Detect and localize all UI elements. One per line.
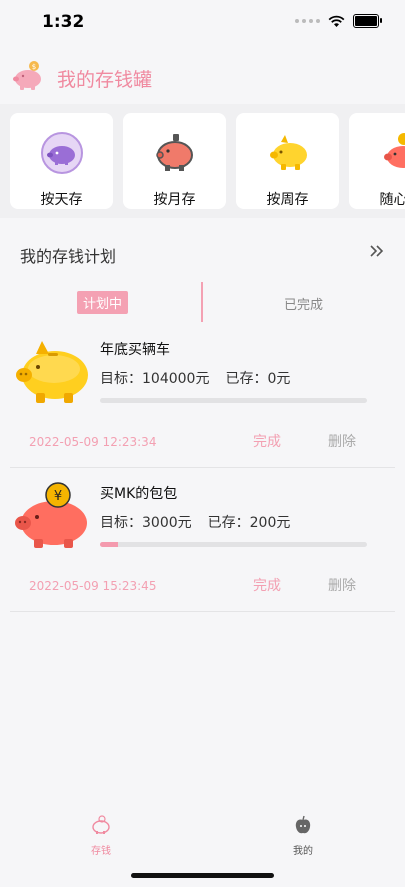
complete-button[interactable]: 完成 <box>253 575 281 595</box>
target-label: 目标： <box>100 515 142 531</box>
saved-value: 200元 <box>249 515 291 531</box>
saved-label: 已存： <box>207 515 250 531</box>
plan-name: 年底买辆车 <box>100 342 170 358</box>
tab-divider <box>201 282 203 322</box>
plan-tabs: 计划中 已完成 <box>0 282 405 322</box>
plans-section-header: 我的存钱计划 <box>0 218 405 286</box>
progress-bar <box>100 542 118 547</box>
plans-title: 我的存钱计划 <box>20 247 117 266</box>
status-time: 1:32 <box>42 12 85 32</box>
saved-label: 已存： <box>225 371 268 387</box>
tab-in-progress[interactable]: 计划中 <box>77 291 129 314</box>
tab-label: 存钱 <box>91 846 111 857</box>
red-coin-pig-icon: ¥ <box>15 482 87 548</box>
tab-mine[interactable]: 我的 <box>273 815 333 857</box>
battery-icon <box>353 14 382 28</box>
tab-label: 我的 <box>293 846 313 857</box>
red-piggy-bank-icon <box>156 134 193 171</box>
plan-item[interactable]: 年底买辆车 目标：104000元 已存：0元 2022-05-09 12:23:3… <box>10 325 395 468</box>
category-strip[interactable]: 按天存 按月存 按周存 随心所 <box>0 104 405 218</box>
purple-pig-icon <box>41 132 83 174</box>
piggy-bank-icon <box>92 815 110 834</box>
svg-text:¥: ¥ <box>54 489 62 504</box>
plan-name: 买MK的包包 <box>100 486 178 502</box>
target-value: 104000元 <box>142 371 210 387</box>
wifi-icon <box>328 15 345 27</box>
coin-pig-icon <box>384 133 405 168</box>
tab-save-money[interactable]: 存钱 <box>71 815 131 857</box>
progress-track <box>100 398 367 403</box>
category-label: 按周存 <box>266 192 309 208</box>
target-value: 3000元 <box>142 515 192 531</box>
piggy-logo-icon: $ <box>13 61 41 90</box>
plan-date: 2022-05-09 12:23:34 <box>29 435 157 449</box>
plan-date: 2022-05-09 15:23:45 <box>29 579 157 593</box>
delete-button[interactable]: 删除 <box>328 431 356 451</box>
yellow-pig-icon <box>16 341 88 403</box>
category-label: 随心所 <box>379 192 405 208</box>
category-card-weekly[interactable]: 按周存 <box>236 113 339 209</box>
target-label: 目标： <box>100 371 142 387</box>
page-title: 我的存钱罐 <box>57 69 153 91</box>
progress-track <box>100 542 367 547</box>
category-label: 按月存 <box>153 192 196 208</box>
signal-dots-icon <box>295 19 320 23</box>
complete-button[interactable]: 完成 <box>253 431 281 451</box>
saved-value: 0元 <box>267 371 291 387</box>
category-card-freestyle[interactable]: 随心所 <box>349 113 405 209</box>
plan-meta: 目标：104000元 已存：0元 <box>100 368 290 388</box>
plan-meta: 目标：3000元 已存：200元 <box>100 512 290 532</box>
status-bar: 1:32 <box>0 0 405 46</box>
status-icons <box>295 14 382 28</box>
double-chevron-right-icon[interactable] <box>369 244 385 258</box>
yellow-pig-icon <box>270 135 307 170</box>
app-header: $ 我的存钱罐 <box>0 50 405 104</box>
apple-profile-icon <box>295 815 311 834</box>
home-indicator <box>131 873 274 878</box>
category-card-daily[interactable]: 按天存 <box>10 113 113 209</box>
category-card-monthly[interactable]: 按月存 <box>123 113 226 209</box>
category-label: 按天存 <box>40 192 83 208</box>
plan-item[interactable]: ¥ 买MK的包包 目标：3000元 已存：200元 2022-05-09 15:2… <box>10 469 395 612</box>
tab-completed[interactable]: 已完成 <box>284 294 323 313</box>
svg-text:$: $ <box>32 63 36 71</box>
delete-button[interactable]: 删除 <box>328 575 356 595</box>
